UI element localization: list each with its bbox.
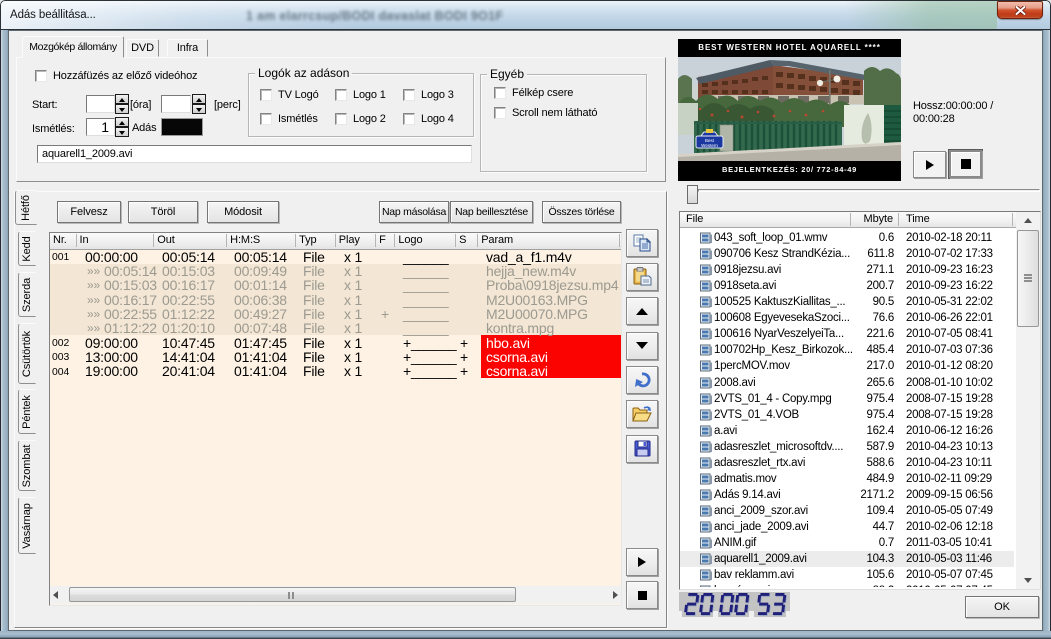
svg-text:Western: Western (701, 143, 718, 148)
